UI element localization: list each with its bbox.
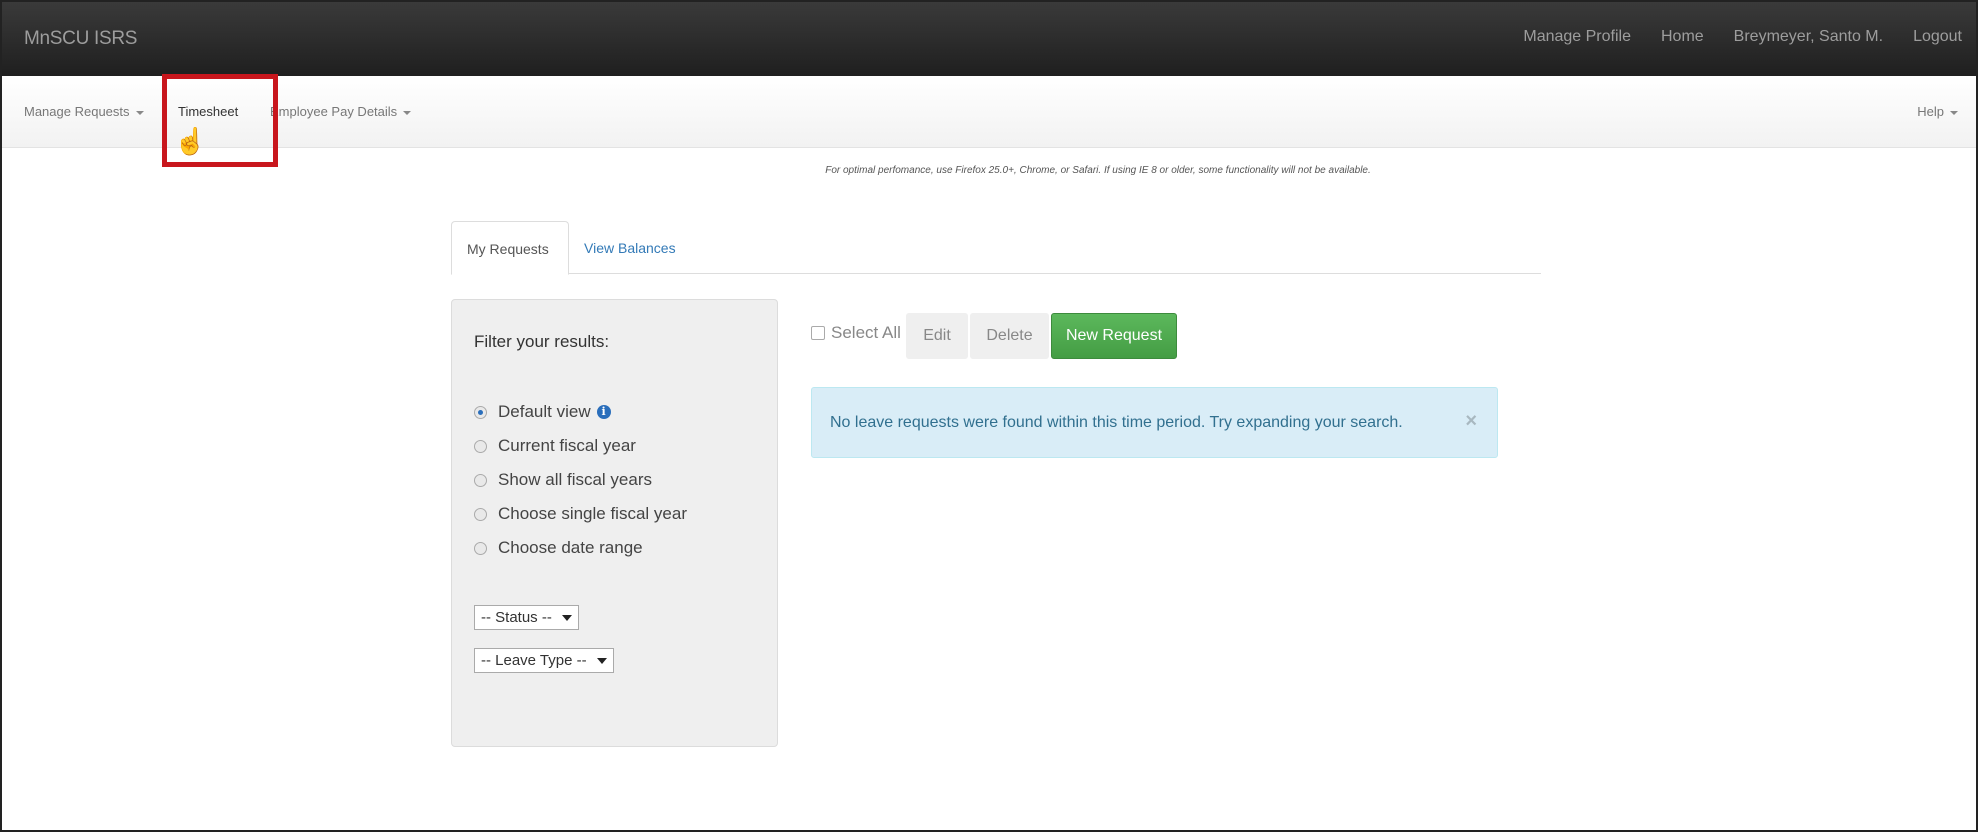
radio-single-fiscal-year[interactable]: Choose single fiscal year	[474, 497, 687, 531]
caret-down-icon	[403, 110, 412, 115]
filter-radio-group: Default view i Current fiscal year Show …	[474, 395, 687, 565]
select-all-checkbox[interactable]	[811, 326, 825, 340]
caret-down-icon	[1950, 110, 1958, 115]
radio-button[interactable]	[474, 507, 487, 521]
manage-requests-label: Manage Requests	[24, 104, 130, 119]
radio-button[interactable]	[474, 405, 487, 419]
radio-label: Default view	[498, 402, 591, 421]
tab-view-balances[interactable]: View Balances	[569, 221, 691, 275]
help-label: Help	[1917, 104, 1944, 119]
select-all-label: Select All	[831, 323, 901, 342]
info-alert: No leave requests were found within this…	[811, 387, 1498, 458]
help-menu[interactable]: Help	[1917, 104, 1958, 119]
brand-logo[interactable]: MnSCU ISRS	[24, 28, 137, 50]
alert-message: No leave requests were found within this…	[830, 414, 1403, 431]
select-all-control[interactable]: Select All	[811, 323, 901, 343]
browser-notice: For optimal perfomance, use Firefox 25.0…	[825, 165, 1371, 176]
delete-button[interactable]: Delete	[970, 313, 1049, 359]
radio-current-fiscal-year[interactable]: Current fiscal year	[474, 429, 687, 463]
status-select-value: -- Status --	[481, 609, 552, 626]
top-nav-links: Manage Profile Home Breymeyer, Santo M. …	[1493, 28, 1962, 46]
radio-label: Choose date range	[498, 538, 643, 557]
top-navbar: MnSCU ISRS Manage Profile Home Breymeyer…	[2, 2, 1976, 76]
status-select[interactable]: -- Status --	[474, 605, 579, 630]
hand-pointer-icon: ☝	[174, 126, 207, 156]
tab-my-requests[interactable]: My Requests	[451, 221, 569, 275]
manage-profile-link[interactable]: Manage Profile	[1523, 28, 1631, 46]
radio-label: Choose single fiscal year	[498, 504, 687, 523]
dropdown-arrow-icon	[596, 657, 607, 664]
radio-button[interactable]	[474, 439, 487, 453]
user-name-link[interactable]: Breymeyer, Santo M.	[1734, 28, 1883, 46]
new-request-button[interactable]: New Request	[1051, 313, 1177, 359]
radio-button[interactable]	[474, 473, 487, 487]
edit-button[interactable]: Edit	[906, 313, 968, 359]
screenshot-frame: MnSCU ISRS Manage Profile Home Breymeyer…	[0, 0, 1978, 832]
dropdown-arrow-icon	[561, 614, 572, 621]
radio-label: Current fiscal year	[498, 436, 636, 455]
logout-link[interactable]: Logout	[1913, 28, 1962, 46]
leave-type-select-value: -- Leave Type --	[481, 652, 587, 669]
close-icon[interactable]: ×	[1465, 410, 1477, 433]
tab-bar: My Requests View Balances	[451, 221, 1541, 275]
employee-pay-details-label: Employee Pay Details	[270, 104, 398, 119]
leave-type-select[interactable]: -- Leave Type --	[474, 648, 614, 673]
radio-date-range[interactable]: Choose date range	[474, 531, 687, 565]
filter-panel: Filter your results: Default view i Curr…	[451, 299, 778, 747]
radio-label: Show all fiscal years	[498, 470, 653, 489]
filter-title: Filter your results:	[474, 332, 610, 351]
home-link[interactable]: Home	[1661, 28, 1704, 46]
secondary-navbar: Manage Requests Timesheet Employee Pay D…	[2, 76, 1976, 148]
info-circle-icon[interactable]: i	[596, 405, 611, 419]
radio-button[interactable]	[474, 541, 487, 555]
radio-default-view[interactable]: Default view i	[474, 395, 687, 429]
caret-down-icon	[135, 110, 144, 115]
radio-all-fiscal-years[interactable]: Show all fiscal years	[474, 463, 687, 497]
employee-pay-details-menu[interactable]: Employee Pay Details	[270, 104, 412, 119]
manage-requests-menu[interactable]: Manage Requests	[24, 104, 144, 119]
